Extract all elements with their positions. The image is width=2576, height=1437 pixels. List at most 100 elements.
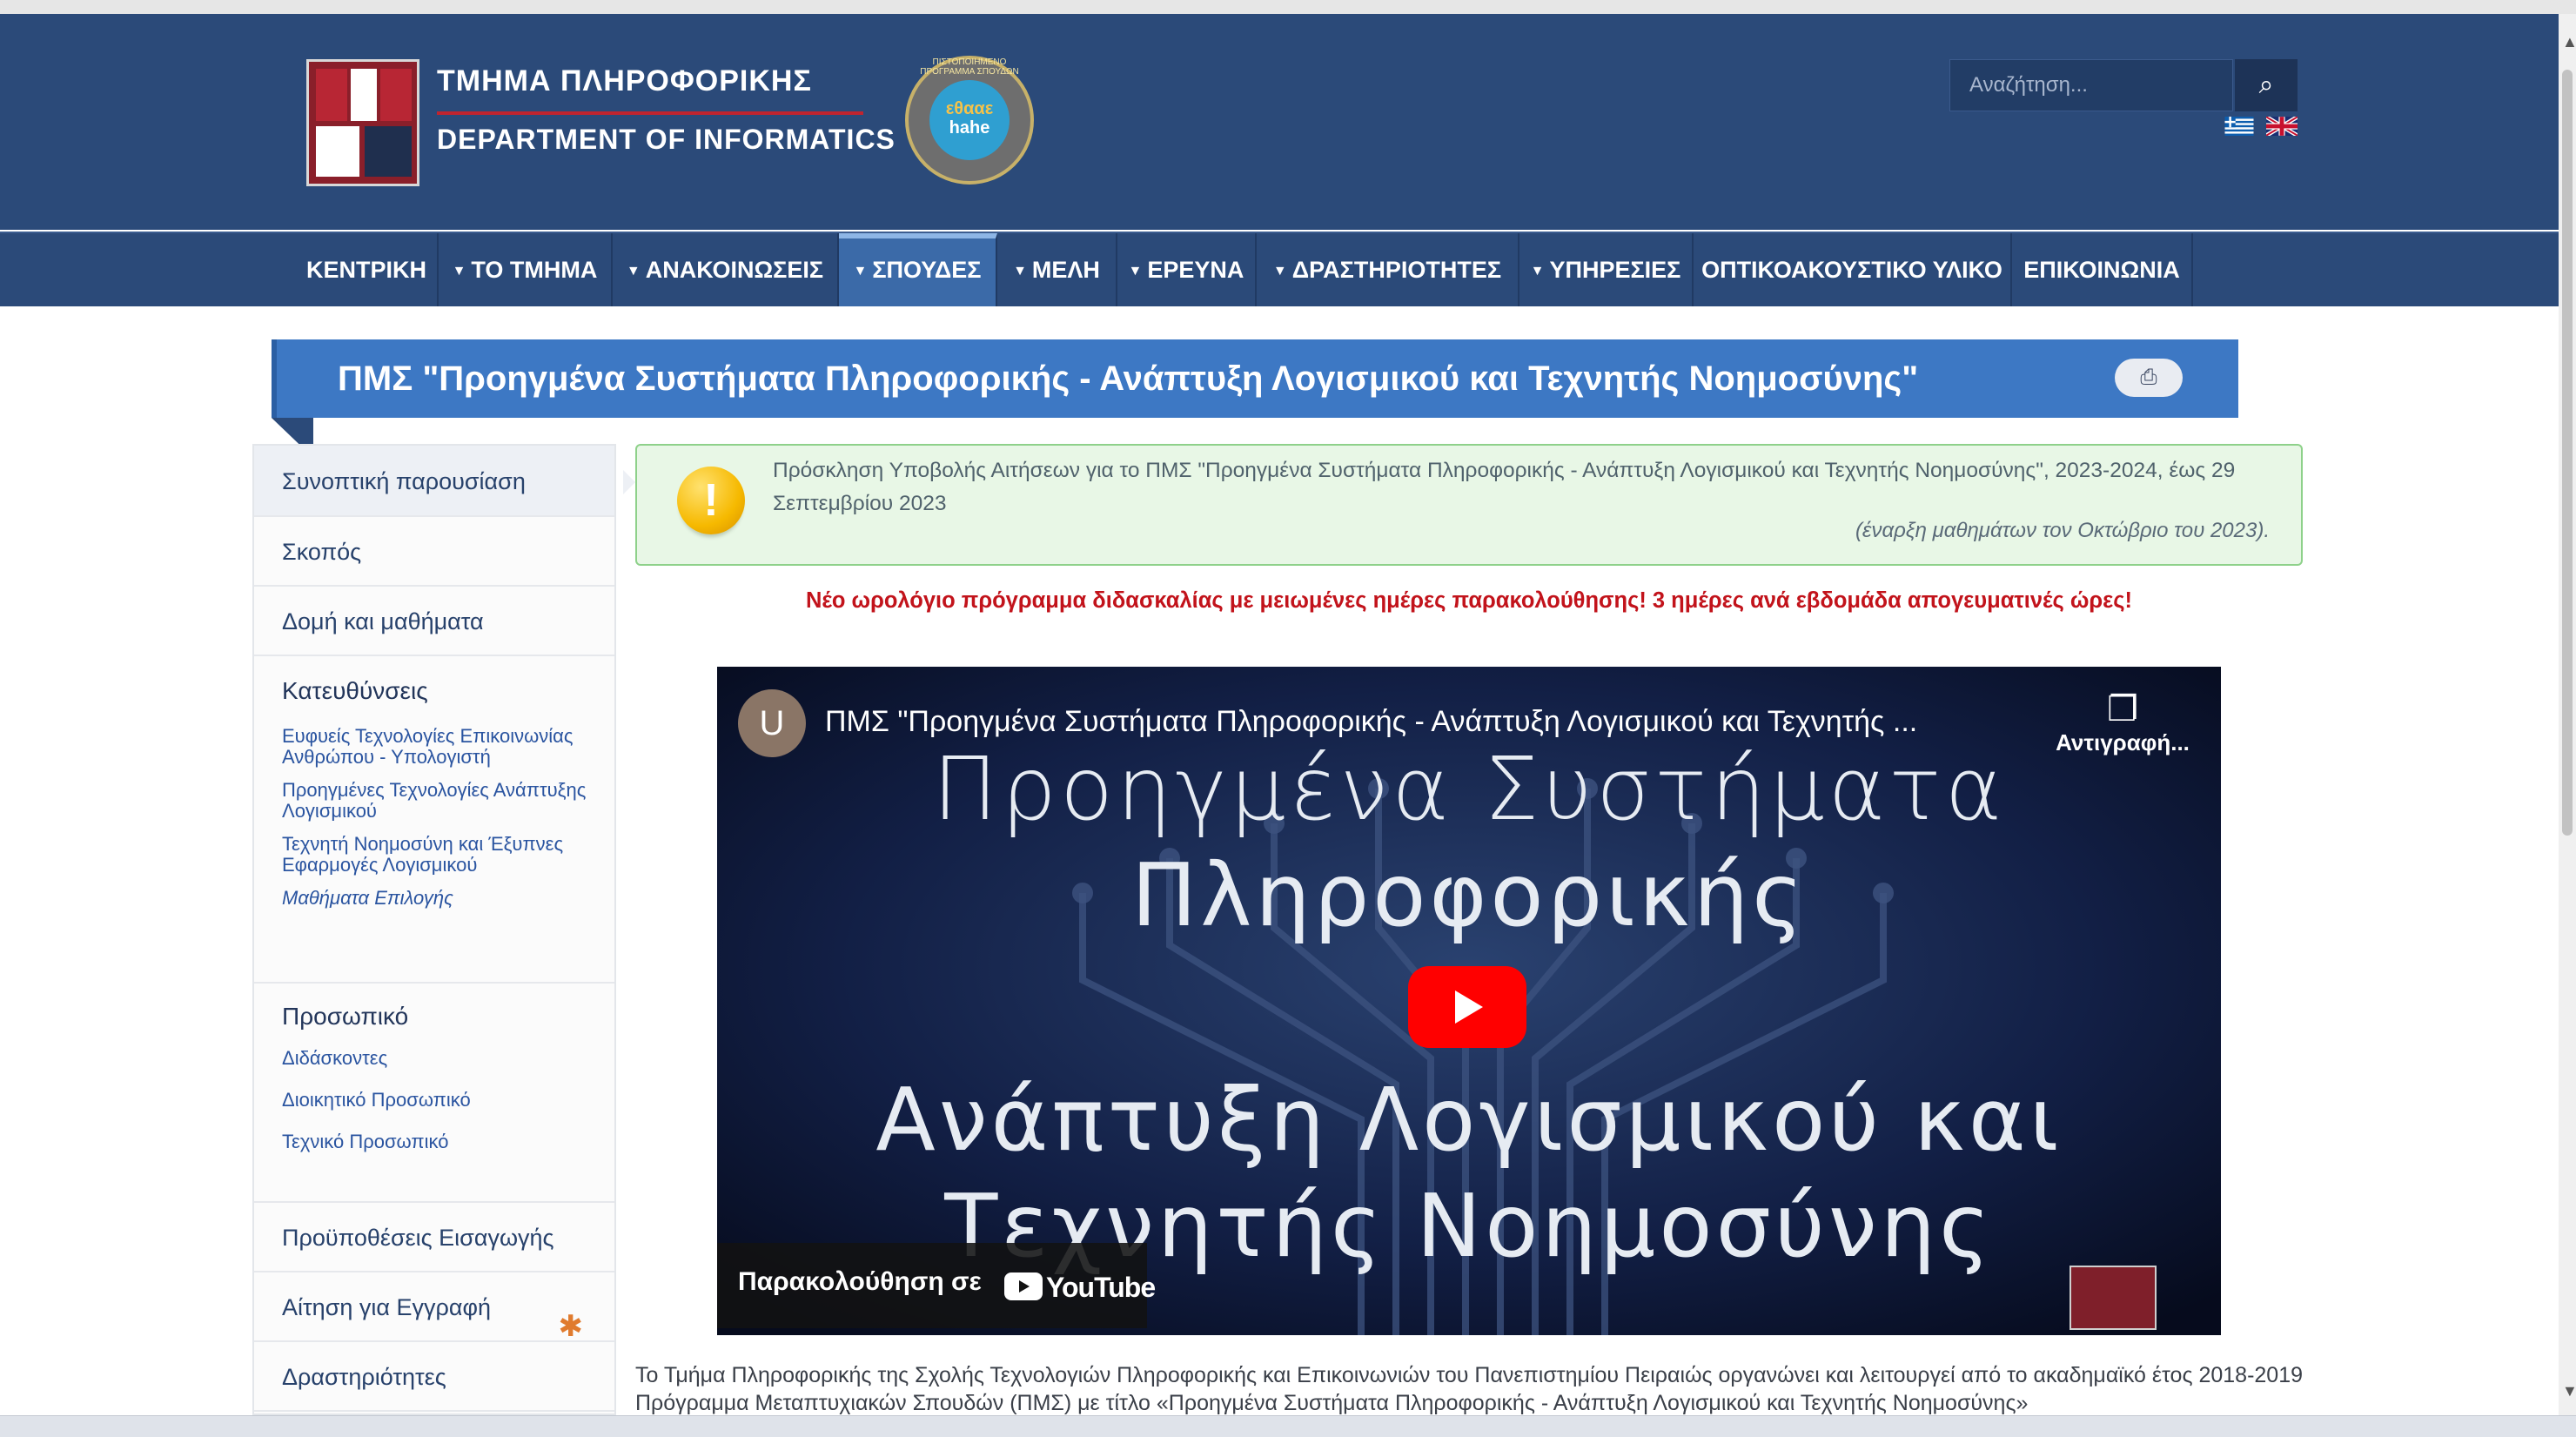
sidebar-item-activities[interactable]: Δραστηριότητες bbox=[254, 1342, 614, 1412]
sidebar-link-technical-staff[interactable]: Τεχνικό Προσωπικό bbox=[282, 1131, 614, 1152]
play-button[interactable] bbox=[1408, 966, 1526, 1048]
sidebar-heading-staff: Προσωπικό bbox=[282, 1003, 409, 1030]
announcement-alert: ! Πρόσκληση Υποβολής Αιτήσεων για το ΠΜΣ… bbox=[635, 444, 2303, 566]
page-title-banner: ΠΜΣ "Προηγμένα Συστήματα Πληροφορικής - … bbox=[272, 339, 2238, 418]
channel-watermark-icon[interactable] bbox=[2070, 1266, 2157, 1330]
sidebar-section-staff: Προσωπικό Διδάσκοντες Διοικητικό Προσωπι… bbox=[254, 984, 614, 1203]
alert-note: (έναρξη μαθημάτων τον Οκτώβριο του 2023)… bbox=[1855, 519, 2270, 542]
browser-bottom-edge bbox=[0, 1415, 2576, 1437]
search-input[interactable] bbox=[1950, 60, 2229, 111]
page-title: ΠΜΣ "Προηγμένα Συστήματα Πληροφορικής - … bbox=[338, 359, 1919, 398]
nav-item-studies[interactable]: ▼ ΣΠΟΥΔΕΣ bbox=[839, 233, 997, 306]
active-indicator bbox=[623, 470, 635, 494]
schedule-notice: Νέο ωρολόγιο πρόγραμμα διδασκαλίας με με… bbox=[805, 588, 2133, 613]
nav-label: ΜΕΛΗ bbox=[1031, 257, 1100, 283]
nav-label: ΥΠΗΡΕΣΙΕΣ bbox=[1549, 257, 1681, 283]
printer-icon: ⎙ bbox=[2140, 366, 2157, 389]
nav-label: ΕΡΕΥΝΑ bbox=[1147, 257, 1244, 283]
nav-label: ΤΟ ΤΜΗΜΑ bbox=[471, 257, 598, 283]
sidebar-link-teaching-staff[interactable]: Διδάσκοντες bbox=[282, 1048, 614, 1069]
intro-paragraph: Το Τμήμα Πληροφορικής της Σχολής Τεχνολο… bbox=[635, 1363, 2304, 1415]
logo-divider bbox=[437, 111, 863, 115]
caret-down-icon: ▼ bbox=[853, 264, 868, 279]
scrollbar-thumb[interactable] bbox=[2562, 70, 2573, 836]
sidebar-link-software[interactable]: Προηγμένες Τεχνολογίες Ανάπτυξης Λογισμι… bbox=[282, 780, 614, 822]
sidebar-link-hci[interactable]: Ευφυείς Τεχνολογίες Επικοινωνίας Ανθρώπο… bbox=[282, 726, 614, 768]
video-title-line-1: Προηγμένα Συστήματα bbox=[932, 738, 2006, 840]
nav-item-services[interactable]: ▼ ΥΠΗΡΕΣΙΕΣ bbox=[1519, 233, 1694, 306]
caret-down-icon: ▼ bbox=[1272, 264, 1287, 279]
copy-link-button[interactable]: ❐ Αντιγραφή... bbox=[2040, 689, 2205, 756]
search-icon: ⌕ bbox=[2258, 71, 2274, 99]
sidebar-item-admission[interactable]: Προϋποθέσεις Εισαγωγής bbox=[254, 1203, 614, 1272]
scroll-up-arrow-icon[interactable]: ▲ bbox=[2562, 33, 2576, 50]
caret-down-icon: ▼ bbox=[1530, 264, 1545, 279]
hahe-logo: εθααε hahe bbox=[929, 80, 1010, 160]
department-logo[interactable]: ΤΜΗΜΑ ΠΛΗΡΟΦΟΡΙΚΗΣ DEPARTMENT OF INFORMA… bbox=[306, 45, 895, 193]
nav-item-audiovisual[interactable]: ΟΠΤΙΚΟΑΚΟΥΣΤΙΚΟ ΥΛΙΚΟ bbox=[1694, 233, 2012, 306]
print-button[interactable]: ⎙ bbox=[2115, 359, 2183, 397]
sidebar-item-application[interactable]: Αίτηση για Εγγραφή ✱ bbox=[254, 1272, 614, 1343]
nav-item-activities[interactable]: ▼ ΔΡΑΣΤΗΡΙΟΤΗΤΕΣ bbox=[1257, 233, 1519, 306]
search-button[interactable]: ⌕ bbox=[2235, 59, 2298, 111]
sidebar-link-ai[interactable]: Τεχνητή Νοημοσύνη και Έξυπνες Εφαρμογές … bbox=[282, 834, 614, 876]
sidebar: Συνοπτική παρουσίαση Σκοπός Δομή και μαθ… bbox=[252, 444, 635, 1415]
nav-label: ΚΕΝΤΡΙΚΗ bbox=[305, 257, 426, 283]
nav-item-contact[interactable]: ΕΠΙΚΟΙΝΩΝΙΑ bbox=[2012, 233, 2193, 306]
sidebar-link-electives[interactable]: Μαθήματα Επιλογής bbox=[282, 888, 614, 909]
site-header: ΤΜΗΜΑ ΠΛΗΡΟΦΟΡΙΚΗΣ DEPARTMENT OF INFORMA… bbox=[0, 14, 2559, 230]
nav-label: ΣΠΟΥΔΕΣ bbox=[872, 257, 982, 283]
caret-down-icon: ▼ bbox=[626, 264, 641, 279]
play-icon bbox=[1455, 990, 1483, 1024]
page-scrollbar[interactable]: ▲ ▼ bbox=[2559, 14, 2576, 1415]
sidebar-item-label: Σκοπός bbox=[282, 539, 362, 565]
nav-label: ΑΝΑΚΟΙΝΩΣΕΙΣ bbox=[645, 257, 824, 283]
youtube-video-embed[interactable]: Προηγμένα Συστήματα Πληροφορικής Ανάπτυξ… bbox=[717, 667, 2221, 1335]
video-title-line-3: Ανάπτυξη Λογισμικού και bbox=[875, 1069, 2063, 1171]
accreditation-ring-text: ΠΙΣΤΟΠΟΙΗΜΕΝΟ ΠΡΟΓΡΑΜΜΑ ΣΠΟΥΔΩΝ bbox=[920, 57, 1019, 77]
sidebar-item-purpose[interactable]: Σκοπός bbox=[254, 517, 614, 587]
caret-down-icon: ▼ bbox=[1013, 264, 1027, 279]
accreditation-badge: ΠΙΣΤΟΠΟΙΗΜΕΝΟ ΠΡΟΓΡΑΜΜΑ ΣΠΟΥΔΩΝ εθααε ha… bbox=[905, 56, 1034, 185]
uk-flag-icon[interactable] bbox=[2266, 117, 2298, 136]
nav-label: ΟΠΤΙΚΟΑΚΟΥΣΤΙΚΟ ΥΛΙΚΟ bbox=[1701, 257, 2002, 283]
watch-on-youtube-button[interactable]: Παρακολούθηση σε YouTube bbox=[717, 1243, 1156, 1328]
greek-flag-icon[interactable] bbox=[2224, 117, 2254, 136]
sidebar-section-directions: Κατευθύνσεις Ευφυείς Τεχνολογίες Επικοιν… bbox=[254, 656, 614, 984]
copy-label: Αντιγραφή... bbox=[2056, 729, 2190, 755]
sidebar-item-label: Δραστηριότητες bbox=[282, 1364, 446, 1390]
sidebar-item-label: Αίτηση για Εγγραφή bbox=[282, 1294, 491, 1320]
video-title-line-2: Πληροφορικής bbox=[1131, 844, 1807, 946]
watch-on-label: Παρακολούθηση σε bbox=[738, 1267, 982, 1296]
nav-label: ΕΠΙΚΟΙΝΩΝΙΑ bbox=[2023, 257, 2180, 283]
logo-text-english: DEPARTMENT OF INFORMATICS bbox=[437, 124, 896, 155]
video-title-link[interactable]: ΠΜΣ "Προηγμένα Συστήματα Πληροφορικής - … bbox=[825, 705, 1917, 739]
youtube-wordmark: YouTube bbox=[1046, 1272, 1156, 1303]
nav-label: ΔΡΑΣΤΗΡΙΟΤΗΤΕΣ bbox=[1291, 257, 1502, 283]
logo-text-greek: ΤΜΗΜΑ ΠΛΗΡΟΦΟΡΙΚΗΣ bbox=[437, 64, 812, 97]
sidebar-link-admin-staff[interactable]: Διοικητικό Προσωπικό bbox=[282, 1090, 614, 1111]
sidebar-heading-directions: Κατευθύνσεις bbox=[282, 677, 428, 704]
scroll-down-arrow-icon[interactable]: ▼ bbox=[2562, 1382, 2576, 1400]
nav-item-research[interactable]: ▼ ΕΡΕΥΝΑ bbox=[1117, 233, 1257, 306]
nav-item-home[interactable]: ΚΕΝΤΡΙΚΗ bbox=[296, 233, 439, 306]
channel-avatar[interactable]: U bbox=[738, 689, 806, 757]
copy-icon: ❐ bbox=[2107, 690, 2138, 729]
sidebar-item-label: Δομή και μαθήματα bbox=[282, 608, 484, 635]
main-nav: ΚΕΝΤΡΙΚΗ ▼ ΤΟ ΤΜΗΜΑ ▼ ΑΝΑΚΟΙΝΩΣΕΙΣ ▼ ΣΠΟΥΔΕ… bbox=[0, 232, 2559, 306]
sidebar-item-structure[interactable]: Δομή και μαθήματα bbox=[254, 587, 614, 656]
search-box bbox=[1949, 59, 2233, 111]
exclamation-icon: ! bbox=[677, 467, 745, 534]
alert-text[interactable]: Πρόσκληση Υποβολής Αιτήσεων για το ΠΜΣ "… bbox=[773, 454, 2278, 520]
sidebar-item-summary[interactable]: Συνοπτική παρουσίαση bbox=[254, 446, 635, 517]
hahe-latin: hahe bbox=[949, 118, 990, 138]
youtube-logo-icon: YouTube bbox=[1004, 1269, 1156, 1303]
sidebar-item-label: Προϋποθέσεις Εισαγωγής bbox=[282, 1225, 554, 1251]
hahe-greek: εθααε bbox=[945, 99, 994, 118]
nav-item-announcements[interactable]: ▼ ΑΝΑΚΟΙΝΩΣΕΙΣ bbox=[613, 233, 839, 306]
nav-item-members[interactable]: ▼ ΜΕΛΗ bbox=[997, 233, 1117, 306]
sidebar-item-label: Συνοπτική παρουσίαση bbox=[282, 468, 526, 494]
caret-down-icon: ▼ bbox=[452, 264, 466, 279]
nav-item-department[interactable]: ▼ ΤΟ ΤΜΗΜΑ bbox=[439, 233, 613, 306]
browser-top-edge bbox=[0, 0, 2576, 14]
